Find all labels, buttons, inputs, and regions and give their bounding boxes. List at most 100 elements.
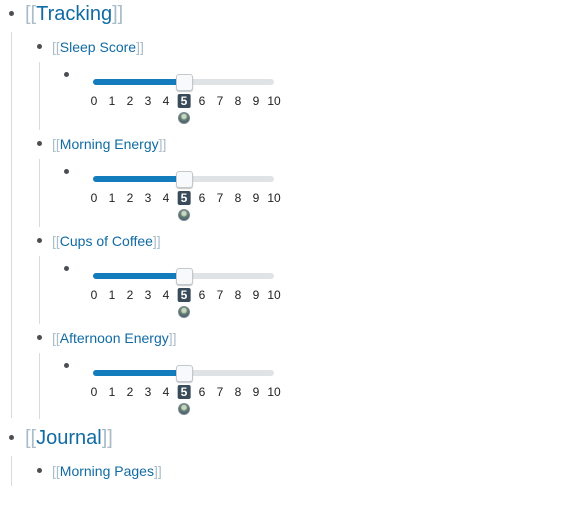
slider-tick-label: 8 <box>234 94 242 108</box>
slider-cups-of-coffee[interactable]: 0 1 2 3 4 5 6 7 8 9 10 <box>90 267 281 327</box>
slider-value-label: 5 <box>177 385 191 399</box>
slider-tick-label: 8 <box>234 288 242 302</box>
bullet-slider-block[interactable] <box>64 72 69 77</box>
bullet-cups-of-coffee[interactable] <box>37 238 42 243</box>
user-avatar-icon <box>178 306 190 318</box>
page-ref-label[interactable]: Sleep Score <box>60 39 136 55</box>
bullet-slider-block[interactable] <box>64 266 69 271</box>
page-ref-label[interactable]: Afternoon Energy <box>60 330 169 346</box>
bullet-sleep-score[interactable] <box>37 44 42 49</box>
slider-handle[interactable] <box>176 171 193 188</box>
slider-afternoon-energy[interactable]: 0 1 2 3 4 5 6 7 8 9 10 <box>91 364 281 424</box>
ref-bracket-open: [[ <box>52 463 60 479</box>
slider-fill <box>93 370 184 376</box>
slider-tick-label: 1 <box>108 191 116 205</box>
slider-handle[interactable] <box>176 74 193 91</box>
slider-tick-label: 10 <box>267 385 281 399</box>
slider-tick-label: 10 <box>267 94 281 108</box>
user-avatar-icon <box>178 112 190 124</box>
ref-bracket-open: [[ <box>25 427 37 449</box>
page-ref-sleep-score[interactable]: [[Sleep Score]] <box>52 40 144 54</box>
ref-bracket-close: ]] <box>101 427 113 449</box>
children-guide-line <box>39 62 40 130</box>
page-ref-label[interactable]: Morning Energy <box>60 136 159 152</box>
slider-value-label: 5 <box>177 191 191 205</box>
slider-handle[interactable] <box>176 365 193 382</box>
slider-fill <box>93 79 184 85</box>
slider-tick-label: 8 <box>234 191 242 205</box>
bullet-slider-block[interactable] <box>64 169 69 174</box>
slider-tick-label: 1 <box>108 385 116 399</box>
slider-tick-label: 6 <box>198 94 206 108</box>
slider-fill <box>93 273 184 279</box>
page-ref-label[interactable]: Morning Pages <box>60 463 154 479</box>
bullet-slider-block[interactable] <box>64 363 69 368</box>
slider-tick-label: 0 <box>90 94 98 108</box>
slider-tick-label: 4 <box>162 385 170 399</box>
children-guide-line <box>39 256 40 324</box>
slider-tick-label: 9 <box>252 385 260 399</box>
page-ref-label[interactable]: Cups of Coffee <box>60 233 153 249</box>
slider-tick-label: 3 <box>144 94 152 108</box>
slider-tick-label: 0 <box>90 191 98 205</box>
slider-tick-label: 3 <box>144 385 152 399</box>
page-ref-afternoon-energy[interactable]: [[Afternoon Energy]] <box>52 331 177 345</box>
ref-bracket-close: ]] <box>153 463 162 479</box>
slider-tick-label: 7 <box>216 288 224 302</box>
slider-tick-label: 8 <box>234 385 242 399</box>
slider-tick-label: 6 <box>198 191 206 205</box>
slider-tick-label: 7 <box>216 94 224 108</box>
slider-tick-label: 9 <box>252 94 260 108</box>
page-ref-morning-energy[interactable]: [[Morning Energy]] <box>52 137 166 151</box>
slider-tick-label: 0 <box>90 288 98 302</box>
bullet-journal[interactable] <box>9 435 14 440</box>
bullet-morning-energy[interactable] <box>37 141 42 146</box>
slider-sleep-score[interactable]: 0 1 2 3 4 5 6 7 8 9 10 <box>90 73 281 133</box>
page-ref-morning-pages[interactable]: [[Morning Pages]] <box>52 464 162 478</box>
ref-bracket-open: [[ <box>25 3 37 25</box>
ref-bracket-close: ]] <box>112 3 124 25</box>
ref-bracket-close: ]] <box>168 330 177 346</box>
bullet-afternoon-energy[interactable] <box>37 335 42 340</box>
slider-fill <box>93 176 184 182</box>
slider-tick-label: 1 <box>108 94 116 108</box>
slider-tick-label: 2 <box>126 94 134 108</box>
ref-bracket-open: [[ <box>52 136 60 152</box>
slider-tick-label: 4 <box>162 94 170 108</box>
page-ref-tracking[interactable]: [[Tracking]] <box>25 4 123 24</box>
slider-tick-label: 6 <box>198 288 206 302</box>
bullet-tracking[interactable] <box>9 11 14 16</box>
ref-bracket-open: [[ <box>52 233 60 249</box>
slider-tick-label: 2 <box>126 288 134 302</box>
slider-handle[interactable] <box>176 268 193 285</box>
page-ref-title[interactable]: Journal <box>36 427 102 449</box>
ref-bracket-close: ]] <box>158 136 167 152</box>
page-ref-title[interactable]: Tracking <box>36 3 112 25</box>
page-ref-cups-of-coffee[interactable]: [[Cups of Coffee]] <box>52 234 161 248</box>
bullet-morning-pages[interactable] <box>37 468 42 473</box>
user-avatar-icon <box>178 209 190 221</box>
slider-tick-label: 7 <box>216 385 224 399</box>
slider-value-label: 5 <box>177 94 191 108</box>
ref-bracket-open: [[ <box>52 330 60 346</box>
children-guide-line <box>11 456 12 486</box>
children-guide-line <box>11 32 12 418</box>
user-avatar-icon <box>178 403 190 415</box>
slider-tick-label: 4 <box>162 191 170 205</box>
slider-tick-label: 3 <box>144 191 152 205</box>
slider-value-label: 5 <box>177 288 191 302</box>
page-ref-journal[interactable]: [[Journal]] <box>25 428 113 448</box>
slider-tick-label: 4 <box>162 288 170 302</box>
ref-bracket-close: ]] <box>152 233 161 249</box>
ref-bracket-open: [[ <box>52 39 60 55</box>
ref-bracket-close: ]] <box>136 39 144 55</box>
children-guide-line <box>39 159 40 227</box>
slider-tick-label: 9 <box>252 191 260 205</box>
slider-tick-label: 6 <box>198 385 206 399</box>
slider-tick-label: 3 <box>144 288 152 302</box>
slider-tick-label: 7 <box>216 191 224 205</box>
slider-tick-label: 9 <box>252 288 260 302</box>
children-guide-line <box>39 353 40 419</box>
slider-morning-energy[interactable]: 0 1 2 3 4 5 6 7 8 9 10 <box>90 170 281 230</box>
slider-tick-label: 2 <box>126 385 134 399</box>
